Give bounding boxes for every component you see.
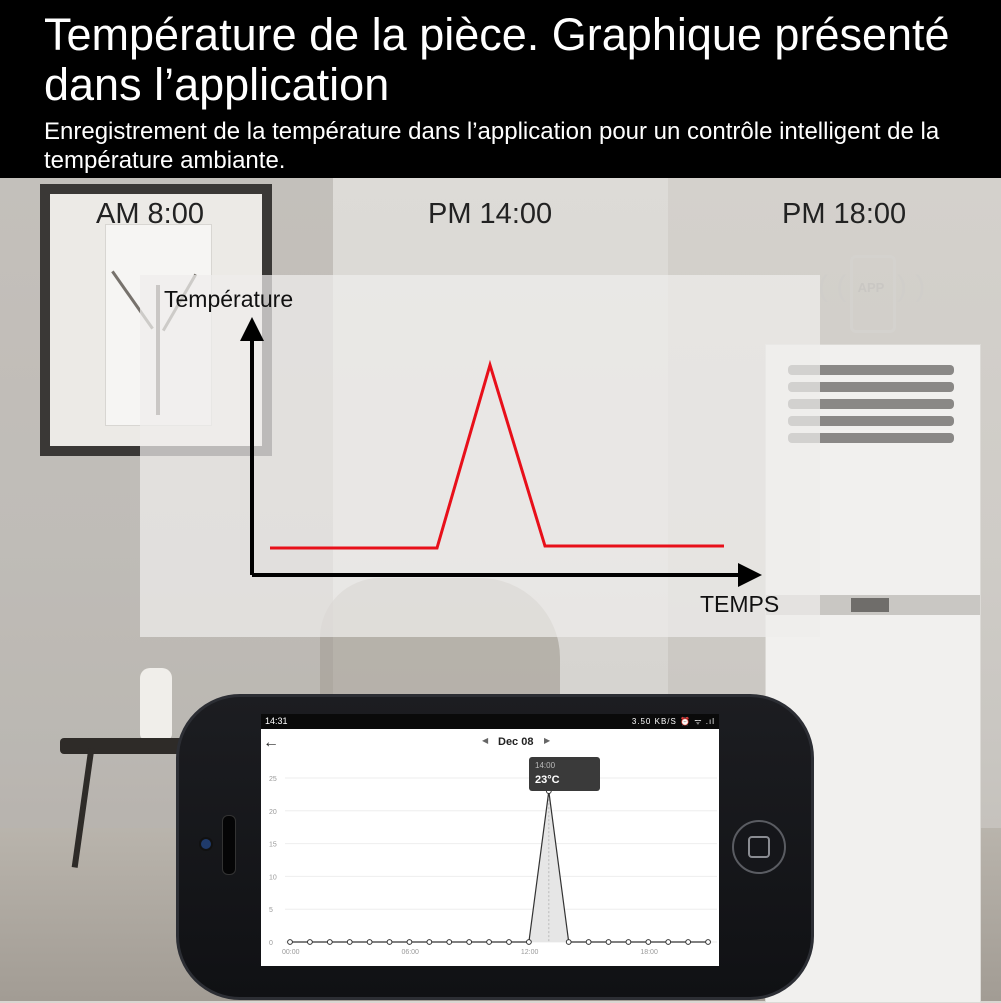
data-point — [466, 939, 473, 945]
status-bar: 14:31 3.50 KB/S ⏰ ᯤ .ıl — [261, 714, 719, 729]
y-tick-label: 10 — [269, 874, 277, 881]
x-tick-label: 06:00 — [401, 949, 419, 956]
x-tick-label: 18:00 — [640, 949, 658, 956]
y-tick-label: 5 — [269, 907, 273, 914]
data-point — [605, 939, 612, 945]
data-point — [386, 939, 393, 945]
y-axis-arrow-icon — [240, 317, 264, 341]
data-point — [685, 939, 692, 945]
time-label-evening: PM 18:00 — [782, 198, 907, 230]
time-label-morning: AM 8:00 — [96, 198, 204, 230]
data-point — [366, 939, 373, 945]
data-point — [525, 939, 532, 945]
front-camera — [199, 837, 213, 851]
data-point — [665, 939, 672, 945]
vase — [140, 668, 172, 740]
data-point — [565, 939, 572, 945]
concept-chart-svg — [240, 317, 762, 587]
status-icons: 3.50 KB/S ⏰ ᯤ .ıl — [631, 717, 715, 726]
data-point — [446, 939, 453, 945]
previous-day-icon[interactable]: ◀ — [482, 736, 488, 745]
date-selector[interactable]: Dec 08 — [498, 736, 533, 748]
x-tick-label: 00:00 — [282, 949, 300, 956]
next-day-icon[interactable]: ▶ — [544, 736, 550, 745]
y-tick-label: 0 — [269, 940, 273, 947]
x-axis-label: TEMPS — [700, 591, 780, 617]
page-title: Température de la pièce. Graphique prése… — [44, 9, 950, 110]
x-tick-label: 12:00 — [521, 949, 539, 956]
data-point — [585, 939, 592, 945]
data-point — [506, 939, 512, 945]
concept-temperature-chart: Température TEMPS — [140, 275, 820, 637]
data-point — [426, 939, 433, 945]
data-point — [346, 939, 353, 945]
tooltip-time: 14:00 — [535, 761, 556, 770]
data-point — [486, 939, 492, 945]
app-nav-bar: ← ◀ Dec 08 ▶ — [261, 730, 719, 758]
home-button[interactable] — [732, 820, 786, 874]
tooltip-value: 23°C — [535, 774, 560, 786]
header-banner: Température de la pièce. Graphique prése… — [0, 0, 1001, 178]
temperature-history-chart[interactable]: 0 5 10 15 20 25 00:00 06:00 12:00 18:00 — [261, 758, 719, 966]
data-point — [287, 939, 293, 945]
temperature-series-line — [290, 791, 709, 943]
data-point — [307, 939, 313, 945]
app-badge-label: APP — [857, 280, 885, 295]
ac-display — [851, 598, 889, 612]
signal-wave-icon: ) ) — [897, 270, 926, 303]
data-point — [705, 939, 711, 945]
home-square-icon — [748, 836, 770, 858]
page-subtitle: Enregistrement de la température dans l’… — [44, 118, 940, 174]
signal-wave-icon: ( ( — [818, 270, 847, 303]
data-point — [406, 939, 413, 945]
temperature-trend-line — [270, 359, 724, 550]
chart-tooltip: 14:00 23°C — [529, 757, 600, 791]
data-point — [625, 939, 632, 945]
status-time: 14:31 — [265, 716, 288, 726]
y-tick-label: 15 — [269, 842, 277, 849]
data-point — [645, 939, 652, 945]
y-tick-label: 20 — [269, 809, 277, 816]
back-arrow-icon[interactable]: ← — [263, 734, 279, 752]
x-axis-arrow-icon — [738, 563, 762, 587]
phone-screen: 14:31 3.50 KB/S ⏰ ᯤ .ıl ← ◀ Dec 08 ▶ 0 5 1… — [261, 714, 719, 966]
speaker-grille — [222, 815, 236, 875]
time-label-afternoon: PM 14:00 — [428, 198, 553, 230]
data-point — [326, 939, 333, 945]
y-tick-label: 25 — [269, 776, 277, 783]
y-axis-label: Température — [164, 286, 294, 312]
